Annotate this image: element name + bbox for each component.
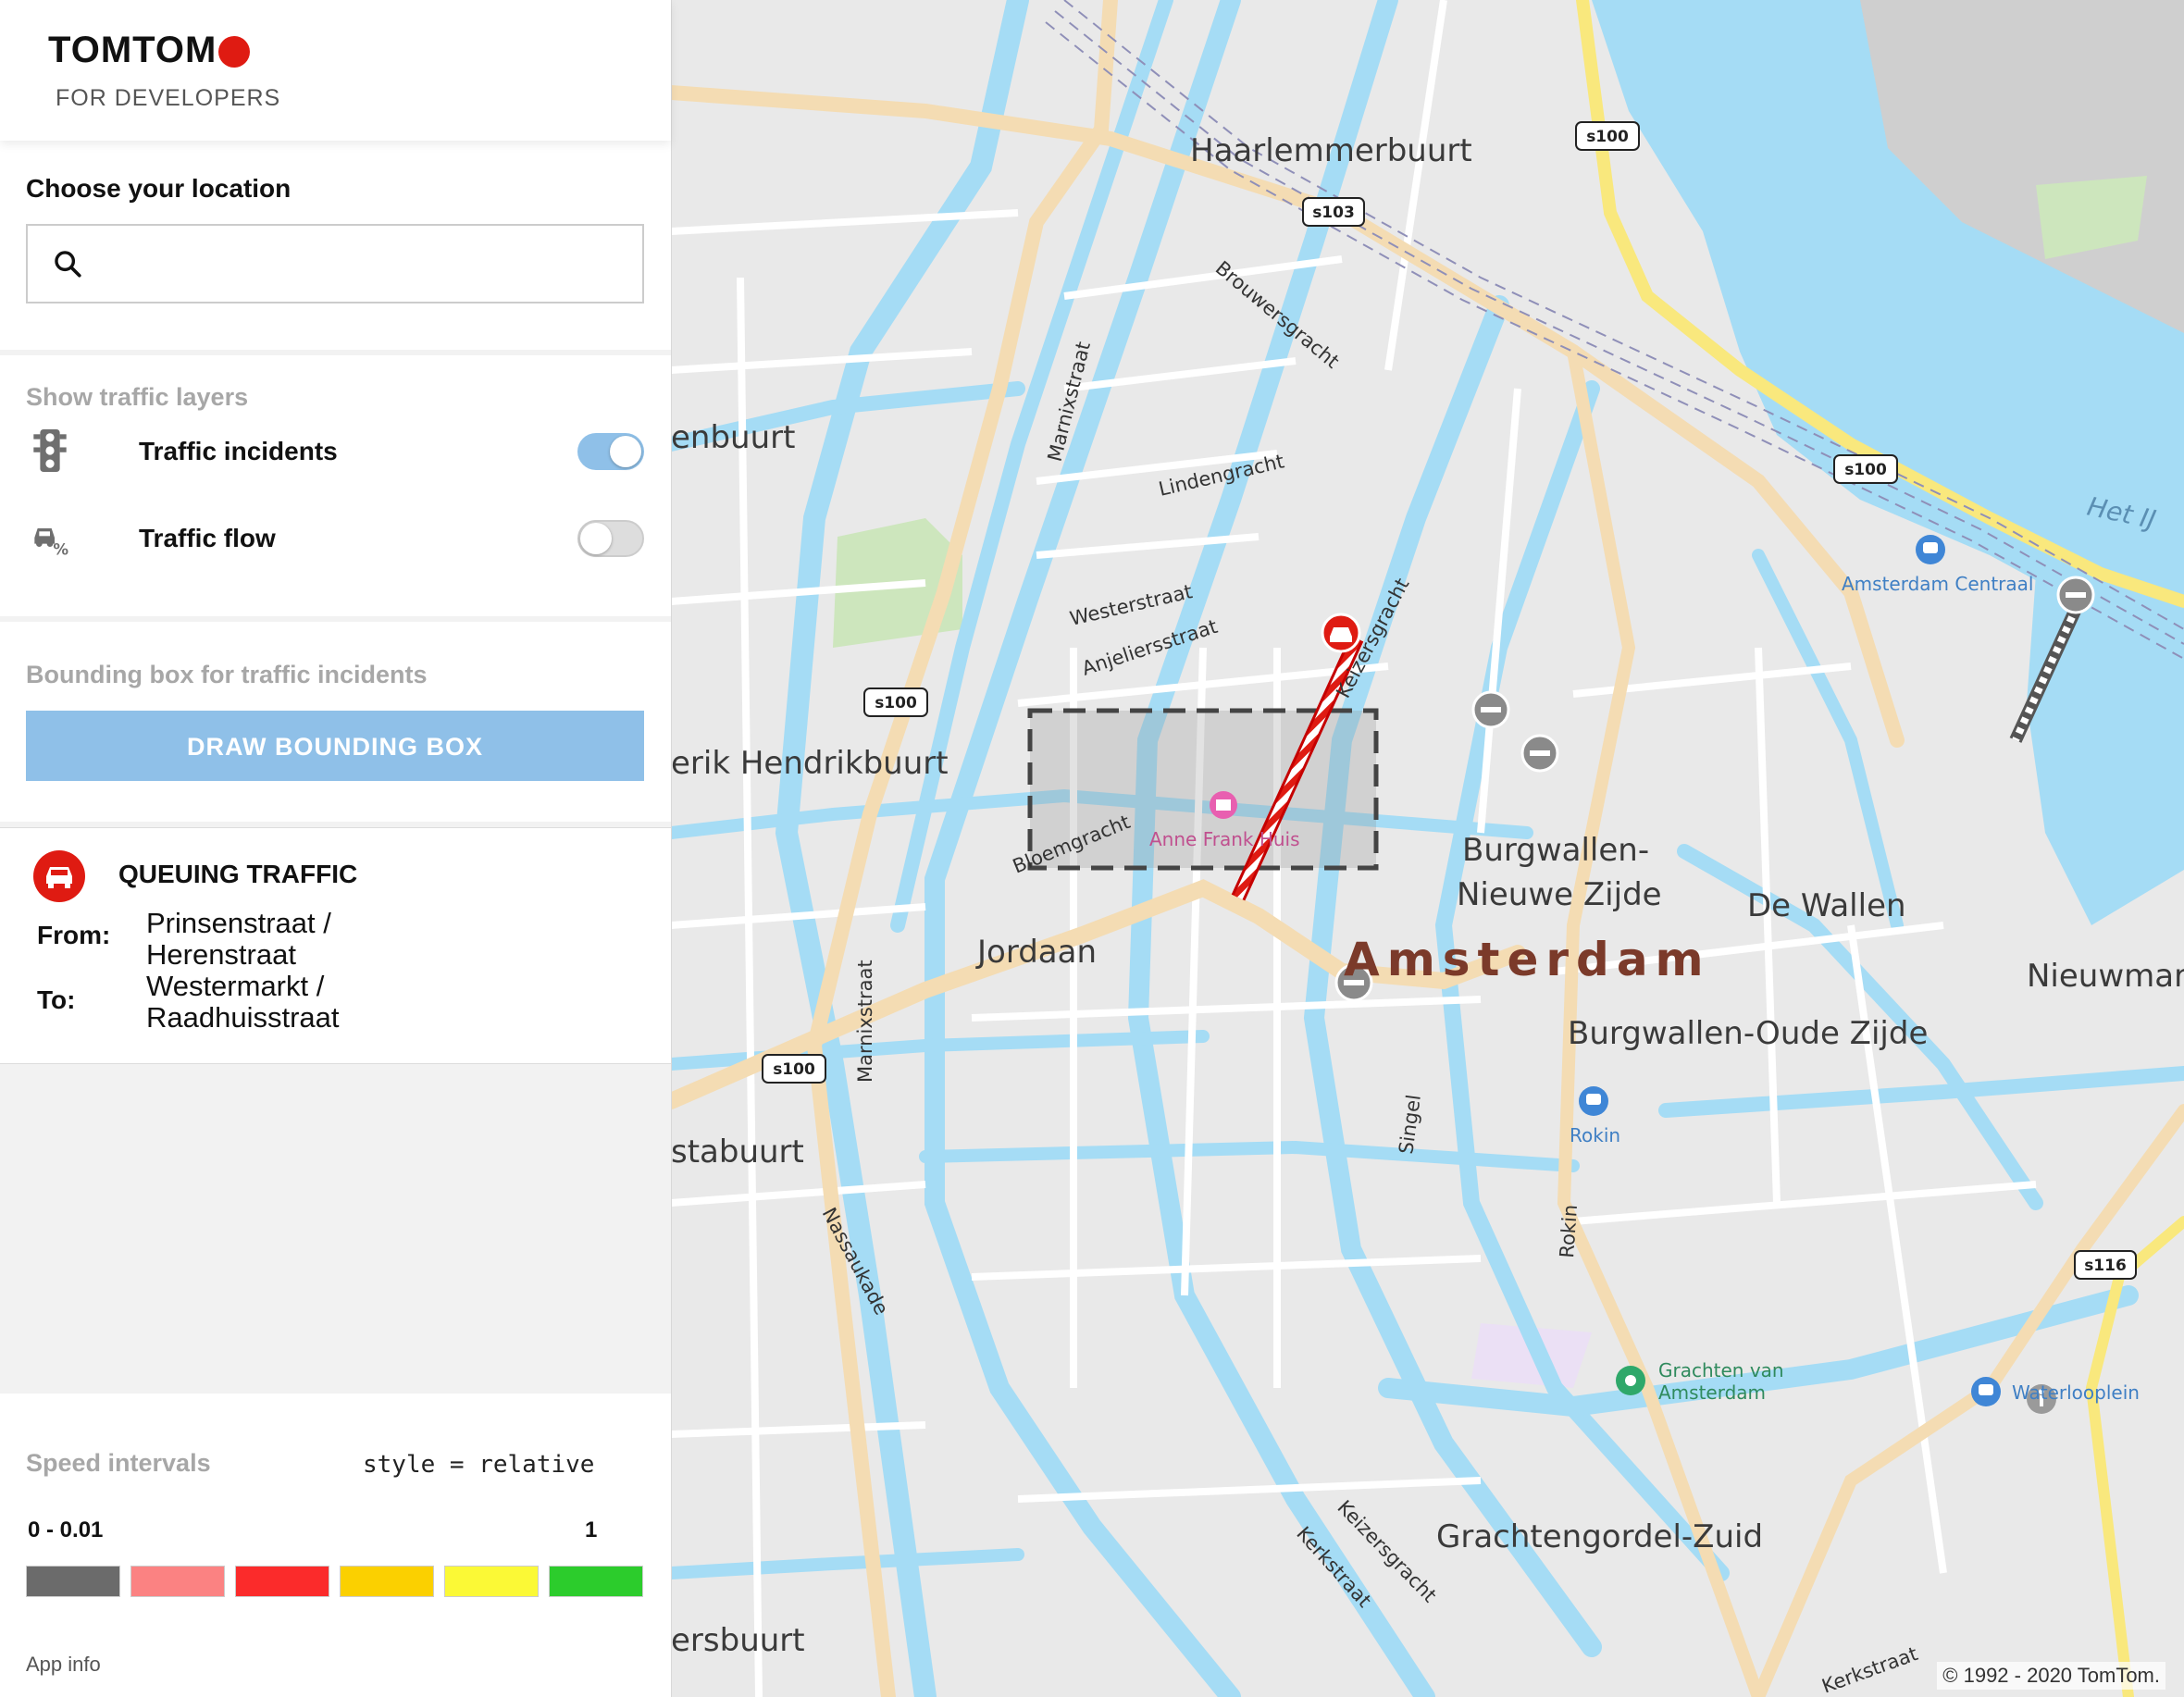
map-label-de-wallen: De Wallen bbox=[1747, 887, 1906, 924]
map-label-jordaan: Jordaan bbox=[975, 934, 1097, 971]
shield-label: s100 bbox=[1586, 128, 1629, 146]
location-title: Choose your location bbox=[26, 174, 292, 203]
road-closure-marker[interactable] bbox=[1520, 734, 1559, 773]
speed-max-label: 1 bbox=[585, 1517, 598, 1542]
camera-poi-icon[interactable] bbox=[1616, 1366, 1645, 1395]
incident-marker[interactable] bbox=[1321, 613, 1361, 653]
tomtom-logo: TOMTOM bbox=[48, 30, 251, 71]
draw-bounding-box-button[interactable]: DRAW BOUNDING BOX bbox=[26, 711, 644, 781]
poi-label-amsterdam-centraal: Amsterdam Centraal bbox=[1842, 573, 2033, 595]
route-shield-s100: s100 bbox=[1575, 121, 1640, 151]
road-closure-marker[interactable] bbox=[2056, 576, 2095, 614]
car-percent-icon: % bbox=[34, 528, 68, 558]
sidebar: TOMTOM FOR DEVELOPERS Choose your locati… bbox=[0, 0, 672, 1697]
traffic-layers-title: Show traffic layers bbox=[26, 383, 249, 411]
logo-subtitle: FOR DEVELOPERS bbox=[56, 85, 281, 111]
shield-label: s100 bbox=[773, 1060, 815, 1079]
toggle-knob bbox=[610, 436, 641, 467]
logo-hand-icon bbox=[218, 36, 251, 68]
speed-swatch bbox=[549, 1566, 643, 1597]
speed-swatch bbox=[26, 1566, 120, 1597]
museum-poi-icon[interactable] bbox=[1210, 791, 1237, 819]
header: TOMTOM FOR DEVELOPERS bbox=[0, 0, 671, 141]
map-label-ersbuurt: ersbuurt bbox=[671, 1622, 805, 1659]
bounding-box-title: Bounding box for traffic incidents bbox=[26, 661, 428, 688]
route-shield-s100: s100 bbox=[762, 1054, 826, 1084]
speed-swatch bbox=[235, 1566, 329, 1597]
speed-swatch bbox=[130, 1566, 225, 1597]
station-poi-icon[interactable] bbox=[1971, 1377, 2001, 1406]
search-icon bbox=[55, 251, 81, 278]
route-shield-s116: s116 bbox=[2074, 1250, 2137, 1280]
poi-label-grachten-1: Grachten van bbox=[1658, 1359, 1784, 1381]
map-label-grachtengordel-zuid: Grachtengordel-Zuid bbox=[1436, 1518, 1763, 1555]
toggle-knob bbox=[580, 523, 612, 554]
speed-intervals-title: Speed intervals bbox=[26, 1449, 211, 1477]
road-closure-marker[interactable] bbox=[1471, 690, 1510, 729]
route-shield-s103: s103 bbox=[1302, 197, 1365, 227]
bounding-box-section: Bounding box for traffic incidents DRAW … bbox=[0, 622, 671, 822]
street-label-rokin: Rokin bbox=[1556, 1204, 1582, 1258]
speed-swatch bbox=[340, 1566, 434, 1597]
svg-text:%: % bbox=[53, 540, 68, 558]
map-label-enbuurt: enbuurt bbox=[671, 419, 795, 456]
incident-to-label: To: bbox=[37, 985, 76, 1014]
route-shield-s100: s100 bbox=[1833, 454, 1898, 484]
speed-intervals-section: Speed intervals style = relative 0 - 0.0… bbox=[0, 1394, 671, 1697]
speed-swatch bbox=[444, 1566, 539, 1597]
map-label-amsterdam: Amsterdam bbox=[1344, 933, 1711, 986]
location-section: Choose your location bbox=[0, 141, 671, 350]
map-copyright: © 1992 - 2020 TomTom. bbox=[1937, 1662, 2165, 1690]
shield-label: s116 bbox=[2084, 1257, 2127, 1275]
map-label-burgwallen-oz: Burgwallen-Oude Zijde bbox=[1568, 1015, 1928, 1052]
poi-label-anne-frank-huis: Anne Frank Huis bbox=[1149, 828, 1300, 850]
traffic-flow-row: % Traffic flow bbox=[0, 505, 671, 570]
incident-to-value: Westermarkt / Raadhuisstraat bbox=[146, 970, 340, 1034]
incident-from-value: Prinsenstraat / Herenstraat bbox=[146, 907, 331, 971]
map-label-nieuwmarkt: Nieuwmar bbox=[2027, 958, 2184, 995]
map-label-burgwallen-nz-1: Burgwallen- bbox=[1462, 832, 1649, 869]
app-info-link[interactable]: App info bbox=[26, 1653, 101, 1677]
poi-label-waterlooplein: Waterlooplein bbox=[2012, 1381, 2140, 1404]
search-box[interactable] bbox=[26, 224, 644, 303]
map-label-haarlemmerbuurt: Haarlemmerbuurt bbox=[1190, 132, 1472, 169]
traffic-incidents-row: Traffic incidents bbox=[0, 418, 671, 483]
route-shield-s100: s100 bbox=[863, 687, 928, 717]
poi-label-rokin: Rokin bbox=[1570, 1124, 1620, 1146]
map-label-burgwallen-nz-2: Nieuwe Zijde bbox=[1457, 876, 1662, 913]
queuing-traffic-icon bbox=[33, 850, 85, 902]
map-svg[interactable]: s100 s103 s100 s100 s100 s116 Haarlemmer… bbox=[671, 0, 2184, 1697]
station-poi-icon[interactable] bbox=[1579, 1086, 1608, 1116]
poi-label-grachten-2: Amsterdam bbox=[1658, 1381, 1766, 1404]
map-label-stabuurt: stabuurt bbox=[671, 1133, 804, 1171]
traffic-light-icon bbox=[33, 429, 67, 472]
shield-label: s100 bbox=[1844, 461, 1887, 479]
incident-from-label: From: bbox=[37, 921, 111, 949]
traffic-flow-toggle[interactable] bbox=[577, 520, 644, 557]
traffic-flow-label: Traffic flow bbox=[139, 524, 276, 552]
logo-text: TOMTOM bbox=[48, 30, 217, 70]
traffic-incidents-toggle[interactable] bbox=[577, 433, 644, 470]
map-canvas[interactable]: s100 s103 s100 s100 s100 s116 Haarlemmer… bbox=[671, 0, 2184, 1697]
speed-min-label: 0 - 0.01 bbox=[28, 1517, 104, 1542]
speed-style-value: style = relative bbox=[363, 1451, 595, 1479]
shield-label: s103 bbox=[1312, 204, 1355, 222]
traffic-incidents-label: Traffic incidents bbox=[139, 437, 338, 465]
station-poi-icon[interactable] bbox=[1916, 535, 1945, 564]
incident-title: QUEUING TRAFFIC bbox=[118, 860, 358, 888]
street-label-marnixstraat: Marnixstraat bbox=[854, 960, 876, 1083]
map-label-hendrikbuurt: erik Hendrikbuurt bbox=[671, 745, 949, 782]
traffic-layers-section: Show traffic layers Traffic incidents % … bbox=[0, 355, 671, 616]
search-input[interactable] bbox=[102, 242, 624, 287]
shield-label: s100 bbox=[875, 694, 917, 712]
incident-details-panel: QUEUING TRAFFIC From: Prinsenstraat / He… bbox=[0, 827, 671, 1064]
